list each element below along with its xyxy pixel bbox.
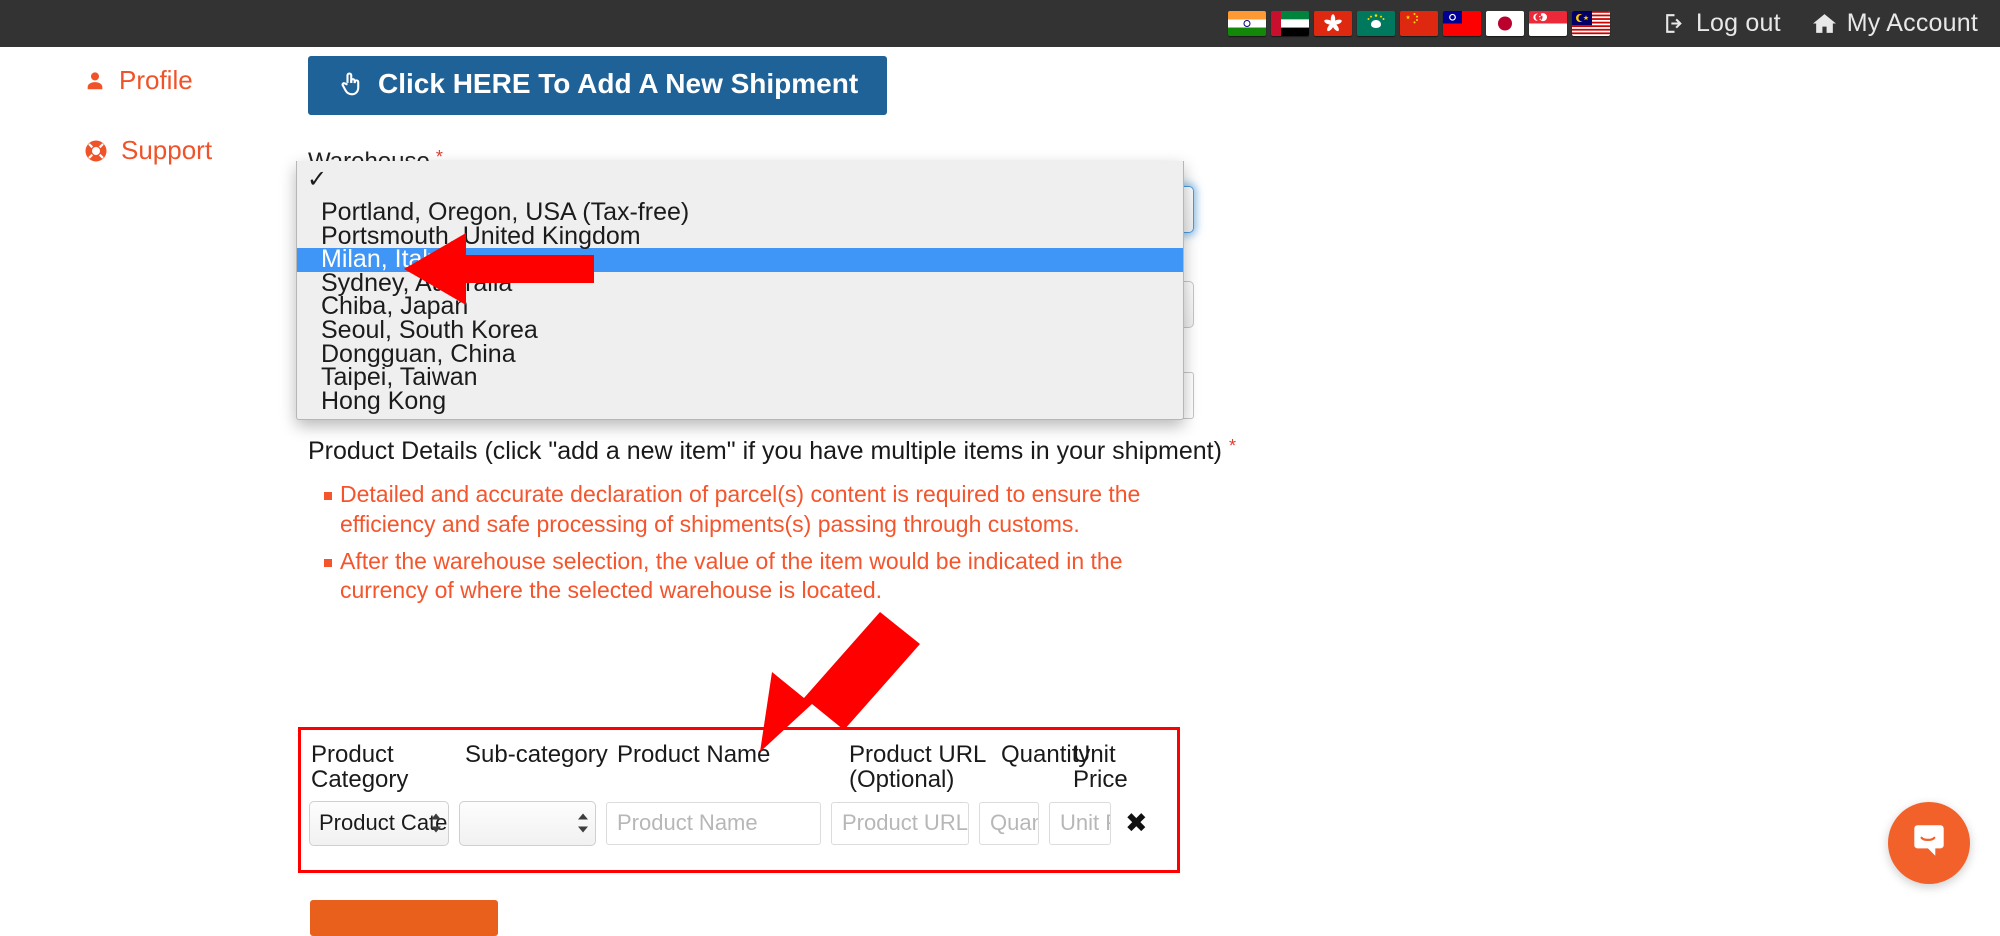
add-new-item-button[interactable] xyxy=(310,900,498,936)
product-url-input[interactable]: Product URL xyxy=(831,801,969,845)
intercom-chat-icon xyxy=(1908,820,1950,867)
sub-category-select[interactable] xyxy=(459,800,596,846)
hand-pointer-icon xyxy=(337,70,365,98)
add-new-shipment-label: Click HERE To Add A New Shipment xyxy=(378,68,859,99)
header-product-category: Product Category xyxy=(311,741,409,794)
product-url-placeholder: Product URL xyxy=(842,810,968,836)
flag-japan[interactable] xyxy=(1485,11,1524,36)
flag-india[interactable] xyxy=(1227,11,1266,36)
product-details-title-text: Product Details (click "add a new item" … xyxy=(308,436,1222,465)
logout-label: Log out xyxy=(1695,9,1781,37)
language-flag-list xyxy=(1227,11,1610,36)
product-category-value: Product Cate xyxy=(319,810,448,836)
top-bar: Log out My Account xyxy=(0,0,2000,47)
product-table-header-row: Product Category Sub-category Product Na… xyxy=(301,730,1177,793)
sidebar-item-label: Support xyxy=(121,135,213,165)
header-quantity: Quantity xyxy=(1001,741,1091,768)
required-marker: * xyxy=(1228,435,1236,456)
dropdown-option-blank[interactable]: ✓ xyxy=(297,165,1183,195)
home-icon xyxy=(1811,11,1838,36)
flag-china[interactable] xyxy=(1399,11,1438,36)
product-details-title: Product Details (click "add a new item" … xyxy=(308,437,1508,466)
header-sub-category: Sub-category xyxy=(465,741,608,768)
user-icon xyxy=(84,69,106,93)
product-table-row: Product Cate Product Name Product URL Qu… xyxy=(301,793,1177,846)
logout-button[interactable]: Log out xyxy=(1662,9,1781,38)
flag-taiwan[interactable] xyxy=(1442,11,1481,36)
unit-price-placeholder: Unit P xyxy=(1060,810,1110,836)
product-details-notes: Detailed and accurate declaration of par… xyxy=(308,480,1508,607)
dropdown-option-hong-kong[interactable]: Hong Kong xyxy=(297,388,1183,414)
flag-macau[interactable] xyxy=(1356,11,1395,36)
sign-out-icon xyxy=(1662,11,1687,36)
quantity-placeholder: Quan xyxy=(990,810,1039,836)
note-item: After the warehouse selection, the value… xyxy=(308,547,1188,607)
life-ring-icon xyxy=(84,139,108,163)
select-spinner-icon xyxy=(578,813,588,833)
intercom-chat-button[interactable] xyxy=(1888,802,1970,884)
header-product-url: Product URL (Optional) xyxy=(849,741,986,794)
my-account-label: My Account xyxy=(1846,9,1978,37)
product-table: Product Category Sub-category Product Na… xyxy=(298,727,1180,873)
quantity-input[interactable]: Quan xyxy=(979,801,1039,845)
sidebar-item-label: Profile xyxy=(119,65,193,95)
flag-malaysia[interactable] xyxy=(1571,11,1610,36)
flag-singapore[interactable] xyxy=(1528,11,1567,36)
product-name-input[interactable]: Product Name xyxy=(606,801,821,845)
sidebar-item-profile[interactable]: Profile xyxy=(0,65,300,96)
product-name-placeholder: Product Name xyxy=(617,810,758,836)
header-unit-price: Unit Price xyxy=(1073,741,1128,794)
flag-uae[interactable] xyxy=(1270,11,1309,36)
my-account-button[interactable]: My Account xyxy=(1811,9,1978,38)
header-product-name: Product Name xyxy=(617,741,771,768)
note-item: Detailed and accurate declaration of par… xyxy=(308,480,1188,540)
product-category-select[interactable]: Product Cate xyxy=(309,800,449,846)
flag-hong-kong[interactable] xyxy=(1313,11,1352,36)
remove-row-button[interactable]: ✖ xyxy=(1121,809,1148,837)
sidebar-item-support[interactable]: Support xyxy=(0,135,300,166)
select-spinner-icon xyxy=(431,813,441,833)
add-new-shipment-button[interactable]: Click HERE To Add A New Shipment xyxy=(308,56,888,115)
unit-price-input[interactable]: Unit P xyxy=(1049,801,1111,845)
checkmark-icon: ✓ xyxy=(307,166,328,193)
left-sidebar: Profile Support xyxy=(0,47,300,166)
warehouse-dropdown-list[interactable]: ✓ Portland, Oregon, USA (Tax-free) Ports… xyxy=(296,161,1184,421)
